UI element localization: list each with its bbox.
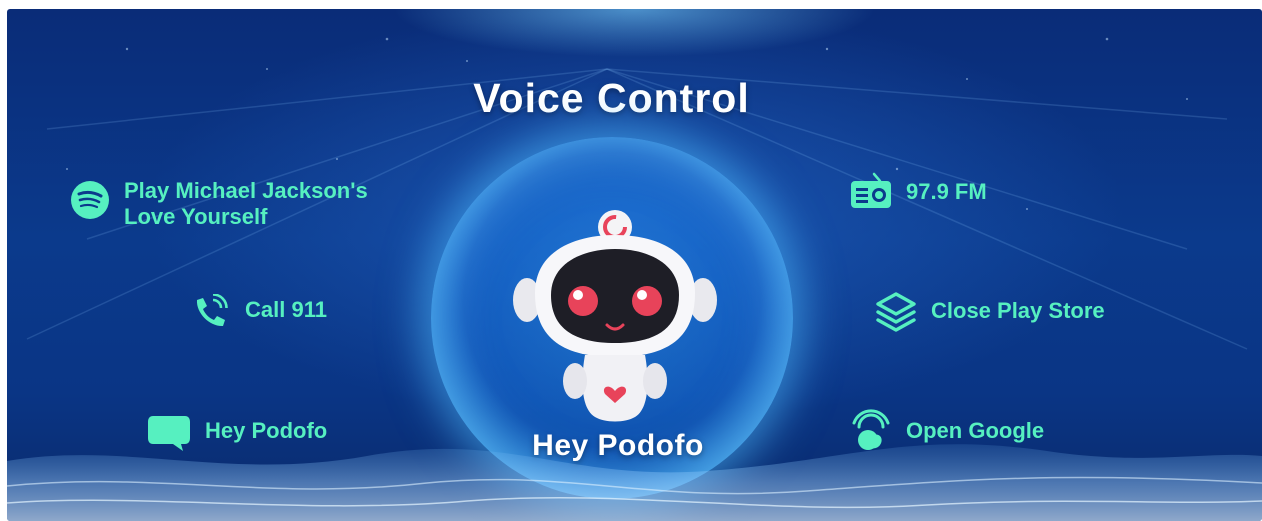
page-title: Voice Control — [473, 75, 750, 121]
command-spotify-line-2: Love Yourself — [124, 204, 268, 229]
command-spotify[interactable]: Play Michael Jackson's Love Yourself — [70, 178, 368, 230]
command-radio-label: 97.9 FM — [906, 179, 987, 204]
command-call-label: Call 911 — [245, 297, 327, 322]
layers-icon — [876, 292, 916, 332]
command-call[interactable]: Call 911 — [191, 294, 327, 330]
command-radio[interactable]: 97.9 FM — [850, 172, 987, 210]
command-playstore-label: Close Play Store — [931, 298, 1105, 323]
robot-mascot — [513, 210, 717, 422]
particle-wave-floor — [7, 444, 1262, 521]
voice-control-banner: Voice Control Hey Podofo Play Michael Ja… — [7, 9, 1262, 521]
radio-icon — [851, 172, 891, 208]
spotify-icon — [71, 181, 109, 219]
command-spotify-line-1: Play Michael Jackson's — [124, 178, 368, 203]
command-close-play-store[interactable]: Close Play Store — [875, 291, 1105, 333]
phone-call-icon — [196, 294, 228, 327]
